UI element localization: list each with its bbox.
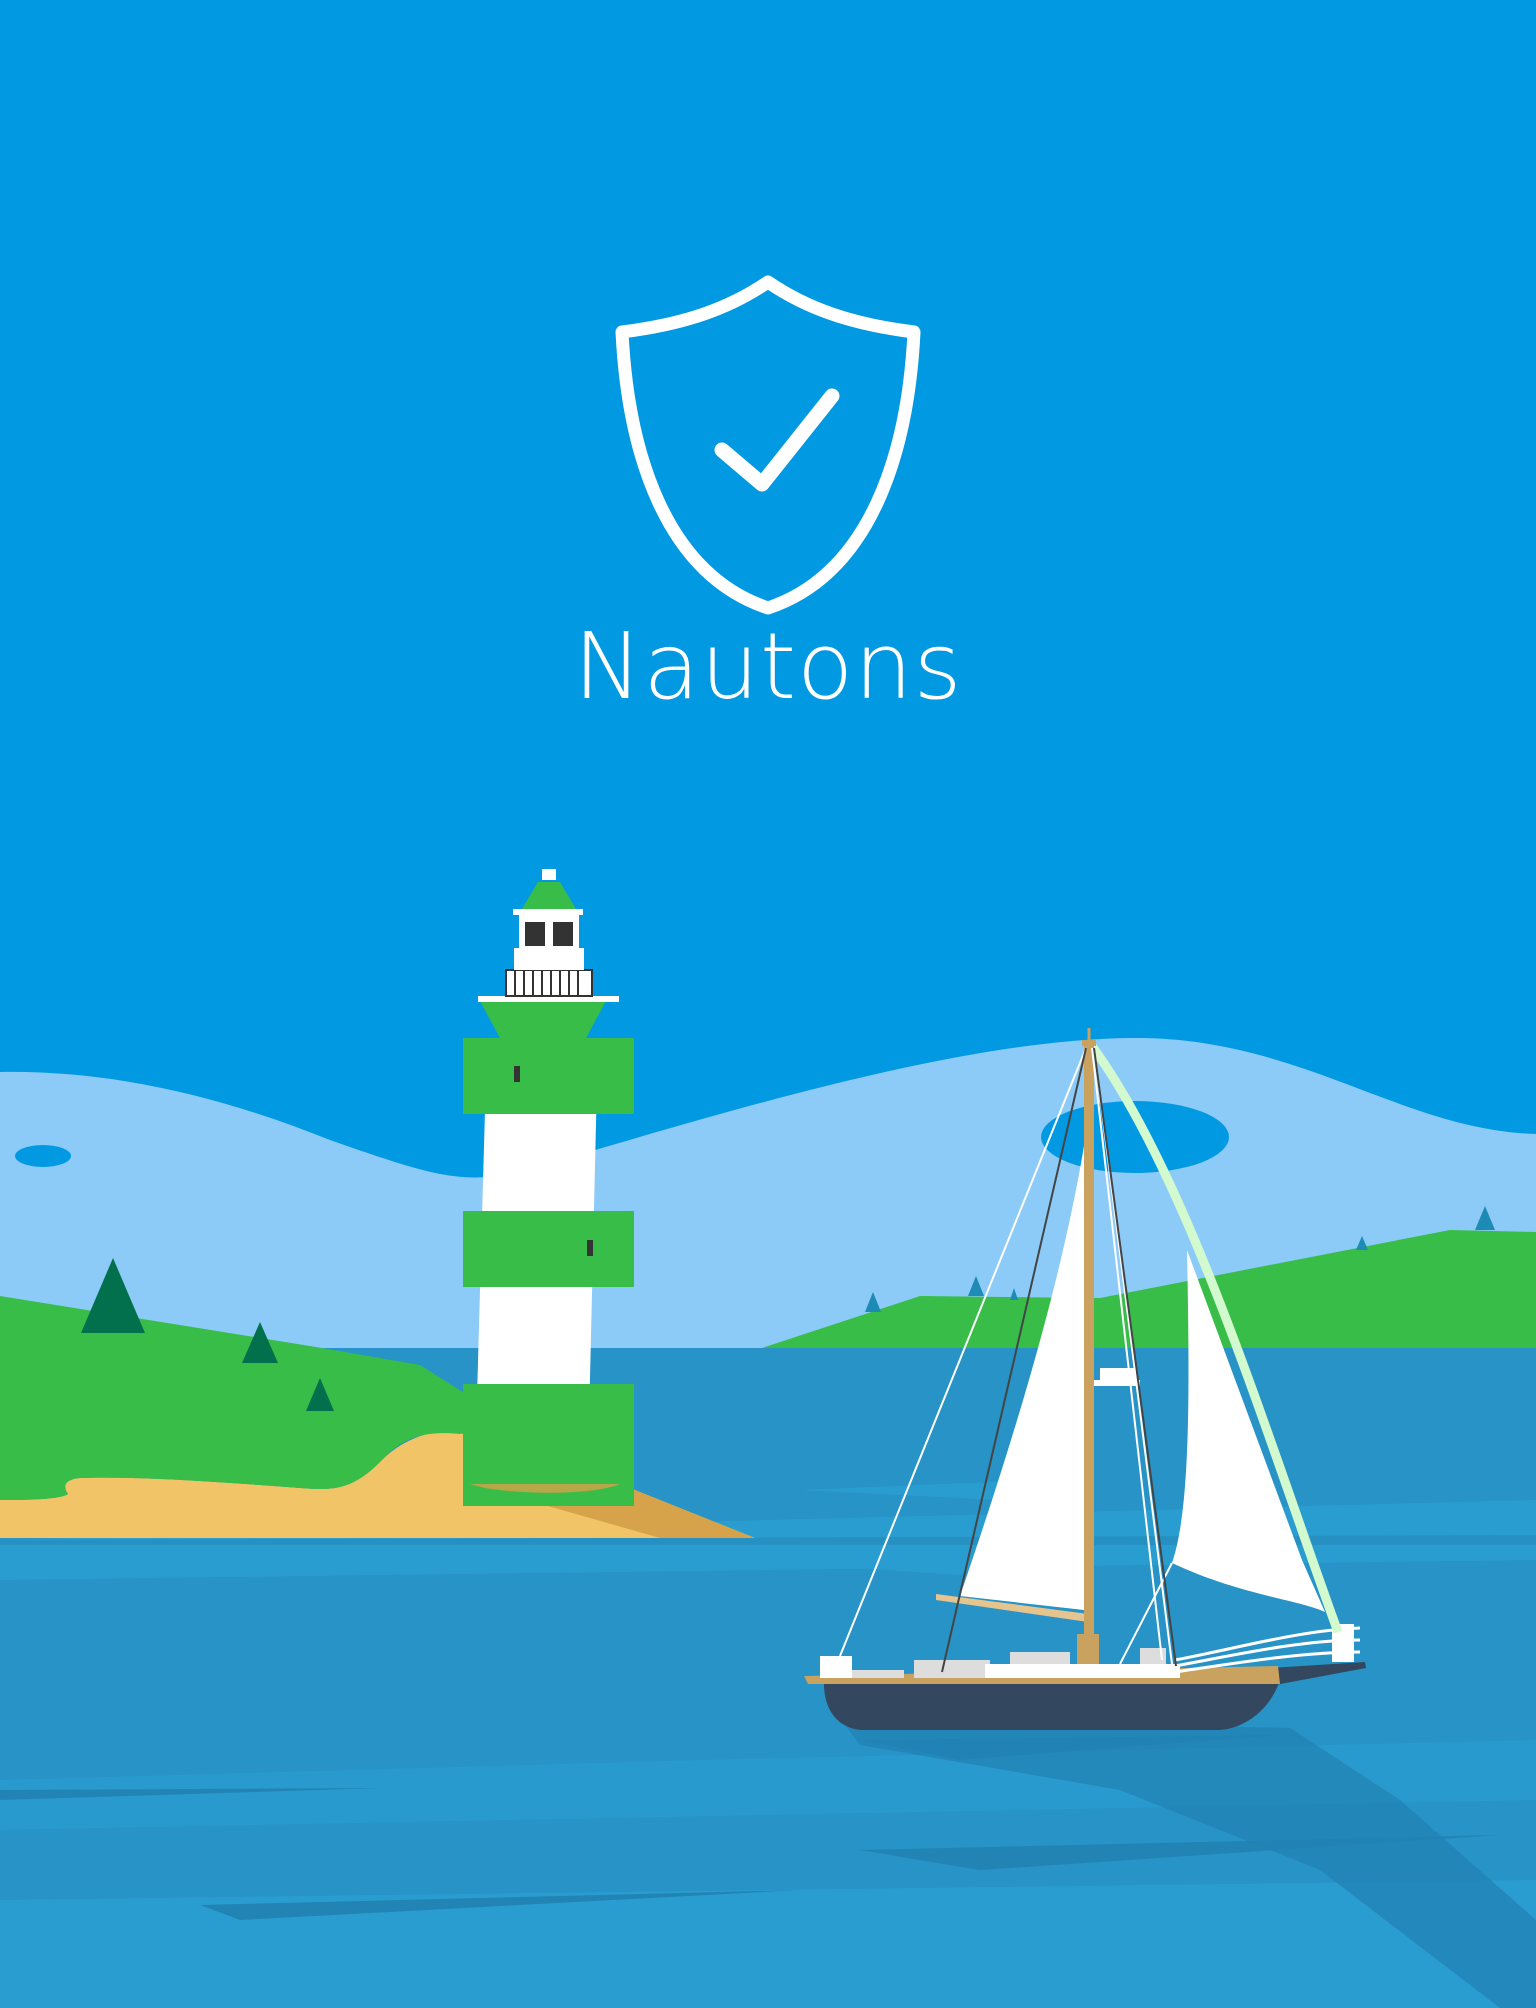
- splash-screen: Nautons: [0, 0, 1536, 2008]
- shield-check-icon: [615, 275, 921, 615]
- far-pond: [15, 1145, 71, 1167]
- app-name: Nautons: [573, 613, 963, 720]
